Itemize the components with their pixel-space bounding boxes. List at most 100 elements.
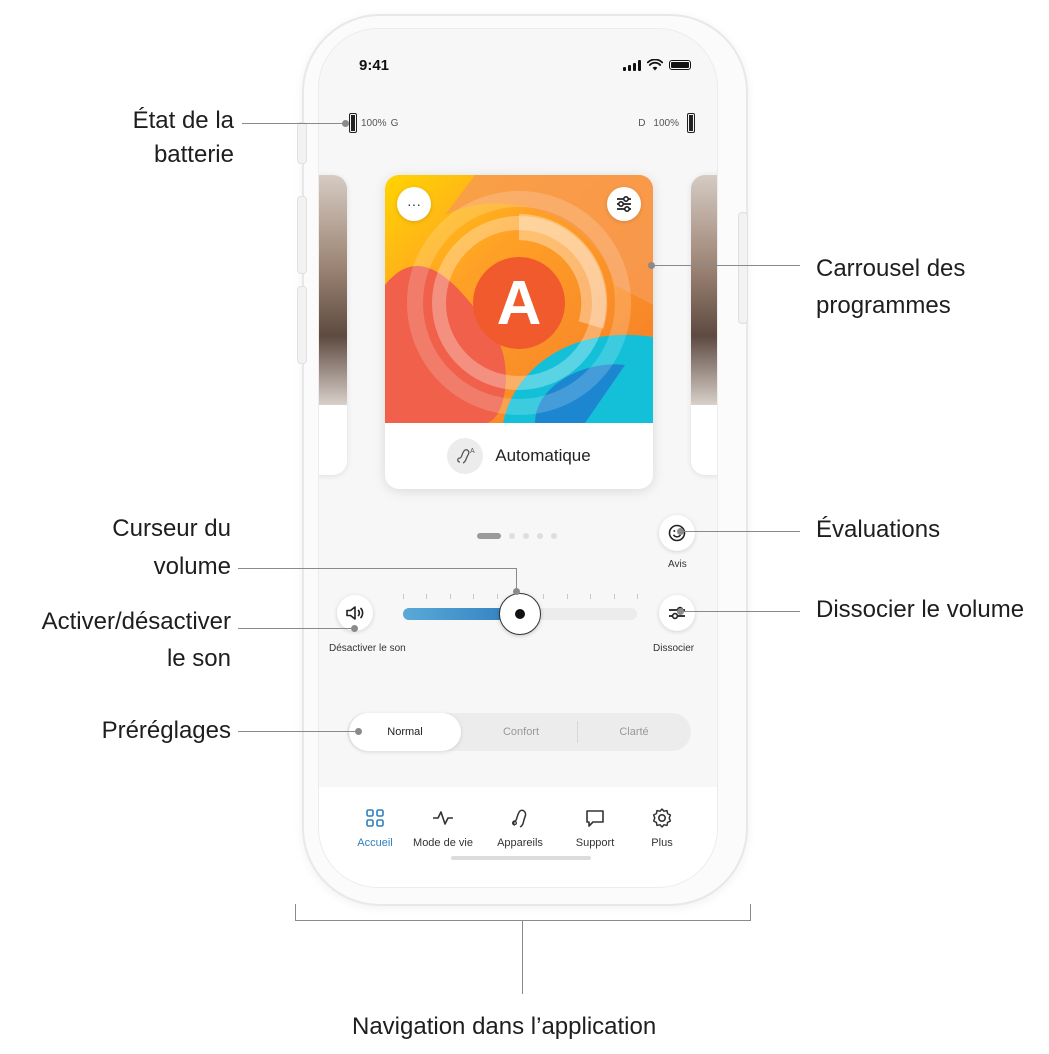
pin-split-volume <box>677 608 684 615</box>
sliders-icon <box>617 195 631 213</box>
pin-feedback <box>677 528 684 535</box>
annotation-presets: Préréglages <box>101 717 231 744</box>
volume-slider-tick <box>426 594 428 599</box>
battery-right-side: D <box>638 117 646 129</box>
volume-slider-tick <box>403 594 404 599</box>
carousel-pagination[interactable] <box>477 533 557 539</box>
status-icons <box>623 59 691 71</box>
split-volume-label: Dissocier <box>653 643 695 654</box>
battery-left-icon <box>349 113 357 133</box>
speaker-icon <box>346 606 364 620</box>
annotation-battery-line2: batterie <box>153 141 234 168</box>
program-name: Automatique <box>495 446 591 465</box>
program-photo-next <box>691 175 717 405</box>
pagination-dot[interactable] <box>551 533 557 539</box>
tab-support-label: Support <box>575 837 615 849</box>
side-button-volume-up <box>297 196 307 274</box>
hearing-aid-auto-icon: A <box>447 438 484 474</box>
leader-feedback <box>680 531 800 532</box>
bracket-left <box>295 904 296 920</box>
tab-bar: Accueil Mode de vie Appareils Support Pl… <box>319 787 717 887</box>
pagination-dot[interactable] <box>509 533 515 539</box>
pin-battery <box>342 120 349 127</box>
ellipsis-icon: ··· <box>407 196 421 212</box>
leader-battery <box>242 123 346 124</box>
annotation-carousel-line2: programmes <box>816 292 951 319</box>
annotation-battery-line1: État de la <box>132 107 234 134</box>
battery-right-percent: 100% <box>653 117 679 129</box>
volume-slider-tick <box>496 594 498 599</box>
signal-icon <box>623 59 641 71</box>
volume-slider[interactable] <box>403 593 638 635</box>
chat-icon <box>584 807 606 829</box>
activity-icon <box>432 807 454 829</box>
tab-appareils[interactable]: Appareils <box>484 807 556 849</box>
pin-carousel <box>648 262 655 269</box>
pagination-dot[interactable] <box>537 533 543 539</box>
pagination-dot[interactable] <box>523 533 529 539</box>
annotation-cursor-line2: volume <box>153 553 231 580</box>
program-card[interactable]: A ··· A Automatique <box>385 175 653 489</box>
program-card-footer: A Automatique <box>385 423 653 489</box>
program-photo-previous <box>319 175 347 405</box>
status-time: 9:41 <box>359 57 390 74</box>
pagination-dot-active[interactable] <box>477 533 501 539</box>
preset-confort[interactable]: Confort <box>465 713 577 751</box>
tab-mode-de-vie-label: Mode de vie <box>413 837 473 849</box>
volume-slider-tick <box>449 594 451 599</box>
wifi-icon <box>647 59 663 71</box>
bracket-bottom <box>295 920 751 921</box>
bracket-right <box>750 904 751 920</box>
battery-left-percent: 100% <box>361 117 387 129</box>
hearing-aid-icon <box>509 807 531 829</box>
volume-slider-tick <box>637 594 638 599</box>
preset-normal[interactable]: Normal <box>349 713 461 751</box>
program-card-next[interactable] <box>691 175 717 475</box>
mute-label: Désactiver le son <box>329 643 406 654</box>
volume-slider-thumb[interactable] <box>499 593 541 635</box>
battery-left: 100% G <box>349 113 398 133</box>
leader-carousel <box>652 265 800 266</box>
annotation-feedback: Évaluations <box>816 516 941 543</box>
leader-cursor-down <box>516 568 517 590</box>
volume-slider-tick <box>613 594 615 599</box>
program-card-previous[interactable] <box>319 175 347 475</box>
program-letter: A <box>496 268 542 338</box>
leader-split-volume <box>680 611 800 612</box>
home-indicator <box>451 856 591 860</box>
volume-slider-tick <box>543 594 545 599</box>
feedback-label: Avis <box>668 559 687 570</box>
tab-plus-label: Plus <box>651 837 673 849</box>
tab-appareils-label: Appareils <box>497 837 543 849</box>
bracket-stem <box>522 920 523 994</box>
pin-presets <box>355 728 362 735</box>
tab-accueil-label: Accueil <box>357 837 393 849</box>
volume-slider-tick <box>473 594 475 599</box>
gear-icon <box>651 807 673 829</box>
battery-right: D 100% <box>638 113 695 133</box>
program-settings-button[interactable] <box>607 187 641 221</box>
annotation-navigation: Navigation dans l’application <box>352 1013 657 1040</box>
battery-left-side: G <box>390 117 399 129</box>
presets-control[interactable]: Normal Confort Clarté <box>347 713 691 751</box>
volume-slider-tick <box>590 594 592 599</box>
phone-screen: 9:41 100% G D 100% A ··· A Automatique A… <box>318 28 718 888</box>
annotation-mute-line1: Activer/désactiver <box>41 608 231 635</box>
tab-mode-de-vie[interactable]: Mode de vie <box>407 807 479 849</box>
tab-plus[interactable]: Plus <box>626 807 698 849</box>
tab-support[interactable]: Support <box>559 807 631 849</box>
pin-cursor <box>513 588 520 595</box>
side-button-volume-down <box>297 286 307 364</box>
preset-clarte[interactable]: Clarté <box>578 713 690 751</box>
leader-cursor <box>238 568 516 569</box>
tab-accueil[interactable]: Accueil <box>339 807 411 849</box>
leader-mute <box>238 628 354 629</box>
pin-mute <box>351 625 358 632</box>
leader-presets <box>238 731 358 732</box>
annotation-split-volume: Dissocier le volume <box>816 596 1025 623</box>
svg-text:A: A <box>470 448 475 455</box>
side-button-power <box>738 212 748 324</box>
annotation-carousel-line1: Carrousel des <box>816 255 966 282</box>
annotation-mute-line2: le son <box>166 645 231 672</box>
program-more-button[interactable]: ··· <box>397 187 431 221</box>
